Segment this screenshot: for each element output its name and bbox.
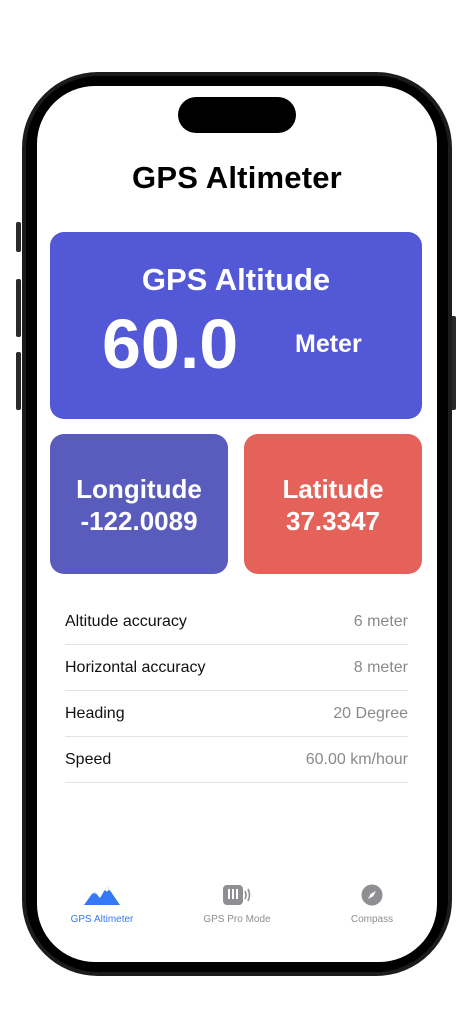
detail-value: 6 meter [353,612,408,630]
volume-up-button [16,279,21,337]
longitude-label: Longitude [76,474,202,504]
app-screen: GPS Altimeter GPS Altitude 60.0 Meter Lo… [37,86,437,962]
tab-label: GPS Pro Mode [203,914,271,925]
detail-label: Speed [65,750,112,768]
mountains-icon [84,886,120,905]
tab-compass[interactable]: Compass [307,880,437,925]
dynamic-island [178,97,296,133]
list-item-altitude-accuracy: Altitude accuracy 6 meter [65,599,408,645]
latitude-value: 37.3347 [286,506,380,536]
tab-gps-pro-mode[interactable]: GPS Pro Mode [172,880,302,925]
page-title: GPS Altimeter [132,160,342,195]
detail-label: Heading [65,704,125,722]
detail-value: 60.00 km/hour [305,750,408,768]
detail-value: 20 Degree [333,704,408,722]
altitude-card: GPS Altitude 60.0 Meter [50,232,422,419]
list-item-heading: Heading 20 Degree [65,691,408,737]
longitude-value: -122.0089 [80,506,198,536]
tab-gps-altimeter[interactable]: GPS Altimeter [37,880,167,925]
list-item-speed: Speed 60.00 km/hour [65,737,408,783]
altitude-label: GPS Altitude [141,262,331,297]
longitude-card: Longitude -122.0089 [50,434,228,574]
compass-icon [361,884,383,906]
list-item-horizontal-accuracy: Horizontal accuracy 8 meter [65,645,408,691]
latitude-label: Latitude [282,474,384,504]
details-list: Altitude accuracy 6 meter Horizontal acc… [65,599,408,783]
tab-label: Compass [350,914,394,925]
action-button [16,222,21,252]
latitude-card: Latitude 37.3347 [244,434,422,574]
tab-label: GPS Altimeter [70,914,134,925]
detail-label: Horizontal accuracy [65,658,206,676]
tab-bar: GPS Altimeter GPS Pro Mode Compass [37,880,437,940]
volume-down-button [16,352,21,410]
detail-label: Altitude accuracy [65,612,187,630]
detail-value: 8 meter [353,658,408,676]
altitude-value: 60.0 [102,305,239,383]
signal-icon [223,885,251,905]
altitude-unit: Meter [295,330,362,358]
